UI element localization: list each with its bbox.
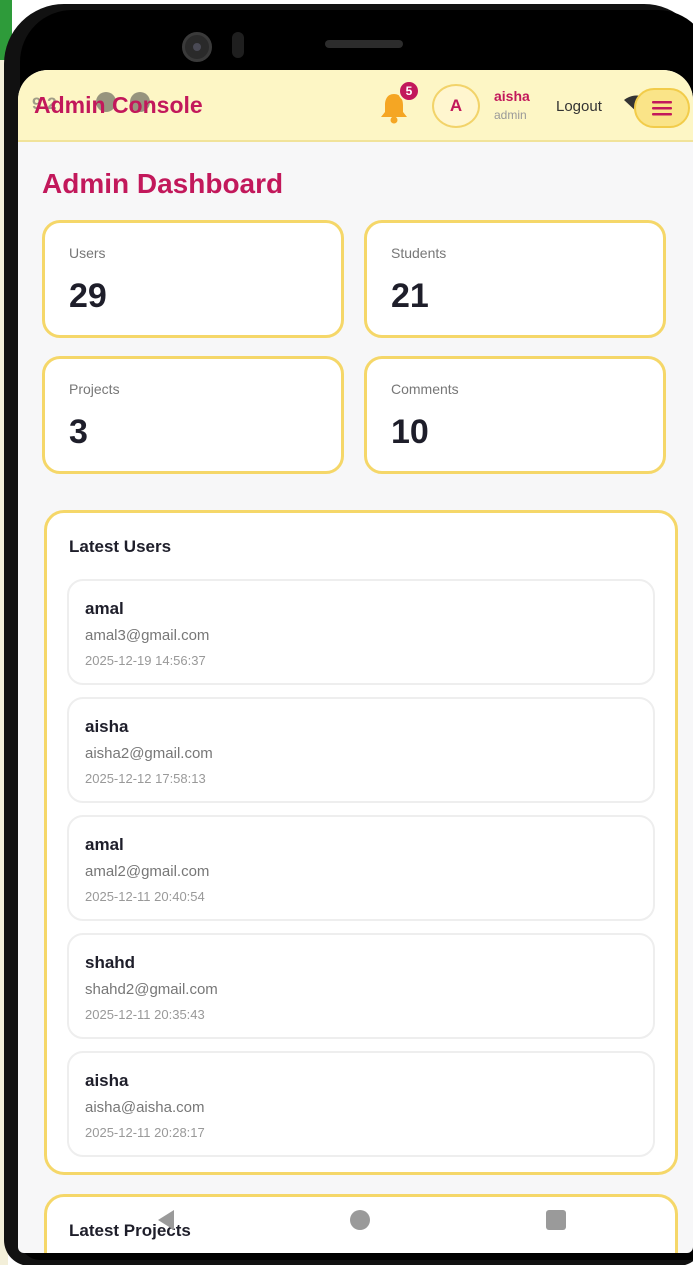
list-item[interactable]: amal amal3@gmail.com 2025-12-19 14:56:37 [67, 579, 655, 685]
stat-card-users: Users 29 [42, 220, 344, 338]
stat-label: Students [391, 245, 447, 261]
nav-home-icon[interactable] [350, 1210, 370, 1230]
user-name: amal [85, 599, 124, 618]
user-email: aisha@aisha.com [85, 1099, 205, 1116]
panel-title: Latest Users [69, 537, 172, 556]
avatar[interactable]: A [432, 84, 480, 128]
user-name: amal [85, 835, 124, 854]
logout-button[interactable]: Logout [556, 98, 602, 115]
nav-recent-apps-icon[interactable] [546, 1210, 566, 1230]
user-email: amal2@gmail.com [85, 863, 210, 880]
stat-label: Users [69, 245, 106, 261]
stat-card-students: Students 21 [364, 220, 666, 338]
user-date: 2025-12-11 20:40:54 [85, 889, 205, 904]
menu-button[interactable] [634, 88, 690, 128]
list-item[interactable]: amal amal2@gmail.com 2025-12-11 20:40:54 [67, 815, 655, 921]
earpiece-speaker [325, 40, 403, 48]
stat-card-projects: Projects 3 [42, 356, 344, 474]
list-item[interactable]: shahd shahd2@gmail.com 2025-12-11 20:35:… [67, 933, 655, 1039]
front-camera [182, 32, 212, 62]
current-user-name: aisha [494, 88, 530, 104]
current-user-role: admin [494, 108, 527, 122]
proximity-sensor [232, 32, 244, 58]
latest-users-panel: Latest Users amal amal3@gmail.com 2025-1… [44, 510, 678, 1175]
notification-badge: 5 [398, 80, 420, 102]
user-date: 2025-12-12 17:58:13 [85, 771, 206, 786]
user-name: aisha [85, 1071, 129, 1090]
page-title: Admin Dashboard [42, 168, 284, 199]
stat-label: Comments [391, 381, 459, 397]
user-date: 2025-12-11 20:28:17 [85, 1125, 205, 1140]
user-name: shahd [85, 953, 136, 972]
stat-value: 29 [69, 277, 107, 315]
nav-back-icon[interactable] [158, 1210, 174, 1230]
user-email: amal3@gmail.com [85, 627, 210, 644]
stat-value: 10 [391, 413, 429, 451]
app-title: Admin Console [34, 92, 203, 118]
stat-card-comments: Comments 10 [364, 356, 666, 474]
user-date: 2025-12-11 20:35:43 [85, 1007, 205, 1022]
user-name: aisha [85, 717, 129, 736]
stat-value: 21 [391, 277, 429, 315]
user-email: aisha2@gmail.com [85, 745, 213, 762]
avatar-letter: A [449, 96, 463, 115]
app-header: 9:2 Admin Console 5 A aisha admin Logout [18, 70, 693, 142]
stat-label: Projects [69, 381, 120, 397]
stat-value: 3 [69, 413, 88, 451]
user-email: shahd2@gmail.com [85, 981, 218, 998]
user-date: 2025-12-19 14:56:37 [85, 653, 206, 668]
list-item[interactable]: aisha aisha@aisha.com 2025-12-11 20:28:1… [67, 1051, 655, 1157]
list-item[interactable]: aisha aisha2@gmail.com 2025-12-12 17:58:… [67, 697, 655, 803]
hamburger-menu-icon [652, 101, 672, 116]
app-screen: 9:2 Admin Console 5 A aisha admin Logout… [18, 70, 693, 1253]
